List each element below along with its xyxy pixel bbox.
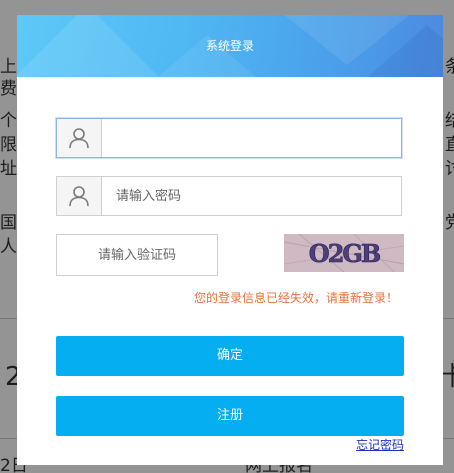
forgot-password-link[interactable]: 忘记密码 bbox=[17, 436, 404, 453]
username-input[interactable] bbox=[102, 119, 401, 157]
password-field bbox=[56, 176, 402, 216]
captcha-code: O2GB bbox=[309, 239, 380, 268]
username-field bbox=[56, 118, 402, 158]
captcha-image[interactable]: O2GB bbox=[284, 234, 404, 272]
login-dialog: 系统登录 O2GB 您的登录信息已经失效，请重新登录！ bbox=[17, 15, 443, 465]
user-icon bbox=[69, 186, 89, 207]
error-message: 您的登录信息已经失效，请重新登录！ bbox=[193, 291, 398, 305]
password-addon bbox=[57, 177, 102, 215]
user-icon bbox=[69, 128, 89, 149]
captcha-input[interactable] bbox=[56, 234, 218, 276]
register-button[interactable]: 注册 bbox=[56, 396, 404, 436]
dialog-header: 系统登录 bbox=[17, 15, 443, 77]
confirm-button[interactable]: 确定 bbox=[56, 336, 404, 376]
dialog-title: 系统登录 bbox=[205, 39, 254, 53]
username-addon bbox=[57, 119, 102, 157]
password-input[interactable] bbox=[102, 177, 401, 215]
